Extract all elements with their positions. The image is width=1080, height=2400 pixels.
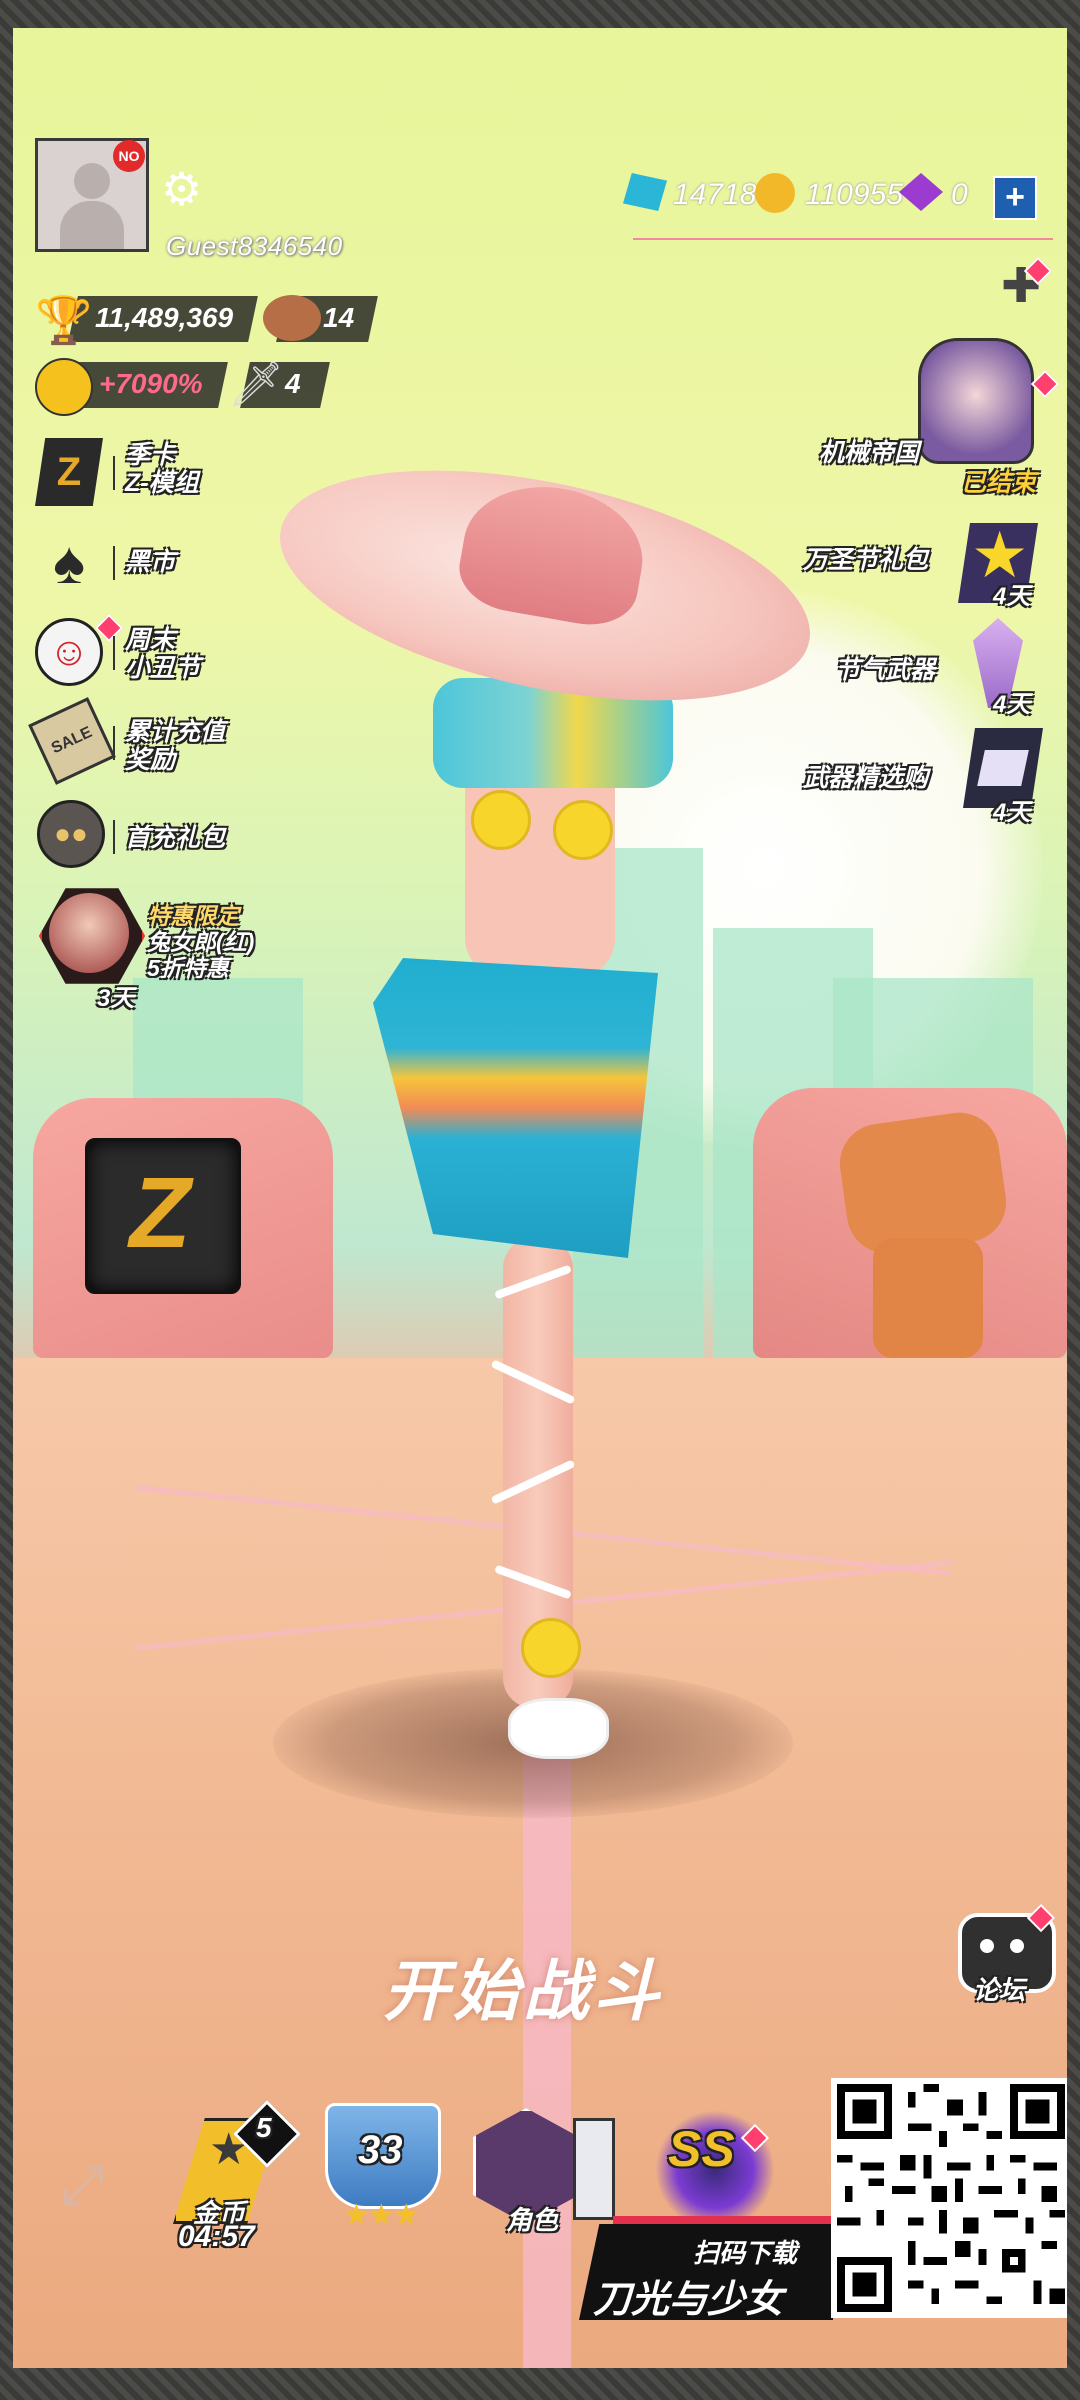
character-label[interactable]: 角色 bbox=[506, 2200, 558, 2237]
bear-count: 14 bbox=[323, 302, 355, 333]
dog-mascot[interactable] bbox=[834, 1107, 1012, 1259]
bomb-bot-icon[interactable]: ●● bbox=[37, 800, 105, 868]
qr-pattern bbox=[837, 2084, 1065, 2312]
halloween-pack-label[interactable]: 万圣节礼包 bbox=[803, 540, 928, 576]
avatar-body bbox=[60, 201, 124, 249]
festival-days: 4天 bbox=[993, 691, 1031, 718]
weekend-clown-label[interactable]: 周末 小丑节 bbox=[125, 626, 200, 682]
level-stars-icon: ★★★ bbox=[343, 2199, 420, 2232]
game-screen: Z NO ⚙ Guest8346540 🏆 11,489,369 14 +709… bbox=[13, 28, 1067, 2368]
chat-eye bbox=[1010, 1939, 1024, 1953]
special-offer-label[interactable]: 特惠限定 兔女郎(红) 5折特惠 bbox=[147, 903, 254, 981]
trophy-icon: 🏆 bbox=[35, 294, 93, 346]
sword-count: 4 bbox=[285, 368, 301, 399]
black-market-label[interactable]: 黑市 bbox=[125, 548, 175, 576]
menu-separator bbox=[113, 546, 115, 580]
offer-days: 3天 bbox=[97, 985, 135, 1012]
floor-stripe bbox=[523, 1748, 571, 2368]
character-skirt bbox=[373, 958, 658, 1258]
weapon-selection-label[interactable]: 武器精选购 bbox=[803, 758, 928, 794]
menu-separator bbox=[113, 820, 115, 854]
box-icon bbox=[977, 750, 1029, 786]
sunglasses-smiley-icon bbox=[35, 358, 93, 416]
cube-icon bbox=[899, 173, 943, 211]
game-title: 刀光与少女 bbox=[593, 2279, 784, 2321]
download-qr-code[interactable] bbox=[831, 2078, 1067, 2318]
top-flower bbox=[553, 800, 613, 860]
festival-weapon-label[interactable]: 节气武器 bbox=[835, 650, 935, 686]
cube-count: 0 bbox=[951, 178, 968, 211]
gem-icon bbox=[623, 173, 667, 211]
expand-icon[interactable]: ⤢ bbox=[61, 2158, 104, 2212]
gear-icon[interactable]: ⚙ bbox=[161, 166, 202, 212]
avatar-badge: NO bbox=[113, 140, 145, 172]
forum-label[interactable]: 论坛 bbox=[973, 1970, 1025, 2007]
z-logo-icon: Z bbox=[129, 1156, 191, 1269]
add-currency-button[interactable]: + bbox=[993, 176, 1037, 220]
menu-separator bbox=[113, 456, 115, 490]
username: Guest8346540 bbox=[166, 231, 343, 261]
sword-icon: 🗡 bbox=[228, 360, 284, 409]
clown-icon[interactable]: ☺ bbox=[35, 618, 103, 686]
avatar-head bbox=[74, 163, 110, 199]
start-battle-button[interactable]: 开始战斗 bbox=[383, 1938, 663, 2034]
gold-coin-icon bbox=[755, 173, 795, 213]
bonus-percent: +7090% bbox=[99, 368, 203, 399]
season-card-label[interactable]: 季卡 Z-模组 bbox=[125, 441, 199, 497]
top-flower bbox=[471, 790, 531, 850]
menu-separator bbox=[113, 726, 115, 760]
recharge-reward-label[interactable]: 累计充值 奖励 bbox=[125, 718, 225, 774]
notification-dot bbox=[1030, 369, 1060, 399]
gold-badge-count: 5 bbox=[256, 2112, 272, 2143]
mech-empire-status: 已结束 bbox=[961, 469, 1037, 497]
sale-tag-icon[interactable]: SALE bbox=[28, 697, 116, 785]
bunny-girl-portrait bbox=[49, 893, 129, 973]
menu-separator bbox=[113, 636, 115, 670]
character-sandal bbox=[508, 1698, 609, 1759]
mech-empire-label[interactable]: 机械帝国 bbox=[819, 433, 919, 469]
first-recharge-label[interactable]: 首充礼包 bbox=[125, 824, 225, 852]
ankle-flower bbox=[521, 1618, 581, 1678]
trophy-count: 11,489,369 bbox=[95, 302, 234, 333]
gold-timer: 04:57 bbox=[178, 2220, 255, 2253]
weapon-days: 4天 bbox=[993, 799, 1031, 826]
spade-icon[interactable]: ♠ bbox=[35, 528, 103, 596]
dog-mascot-body bbox=[873, 1238, 983, 1358]
halloween-days: 4天 bbox=[993, 583, 1031, 610]
chat-eye bbox=[980, 1939, 994, 1953]
bear-icon bbox=[263, 295, 321, 341]
z-module-icon[interactable]: Z bbox=[35, 438, 103, 506]
gold-count: 110955 bbox=[805, 178, 903, 211]
mech-empire-icon[interactable] bbox=[918, 338, 1034, 464]
gem-count: 14718 bbox=[673, 178, 757, 211]
level-number: 33 bbox=[358, 2128, 403, 2172]
currency-divider bbox=[633, 238, 1053, 240]
rank-badge: SS bbox=[668, 2121, 735, 2177]
scan-download-label: 扫码下载 bbox=[693, 2238, 798, 2268]
blade-icon bbox=[573, 2118, 615, 2220]
